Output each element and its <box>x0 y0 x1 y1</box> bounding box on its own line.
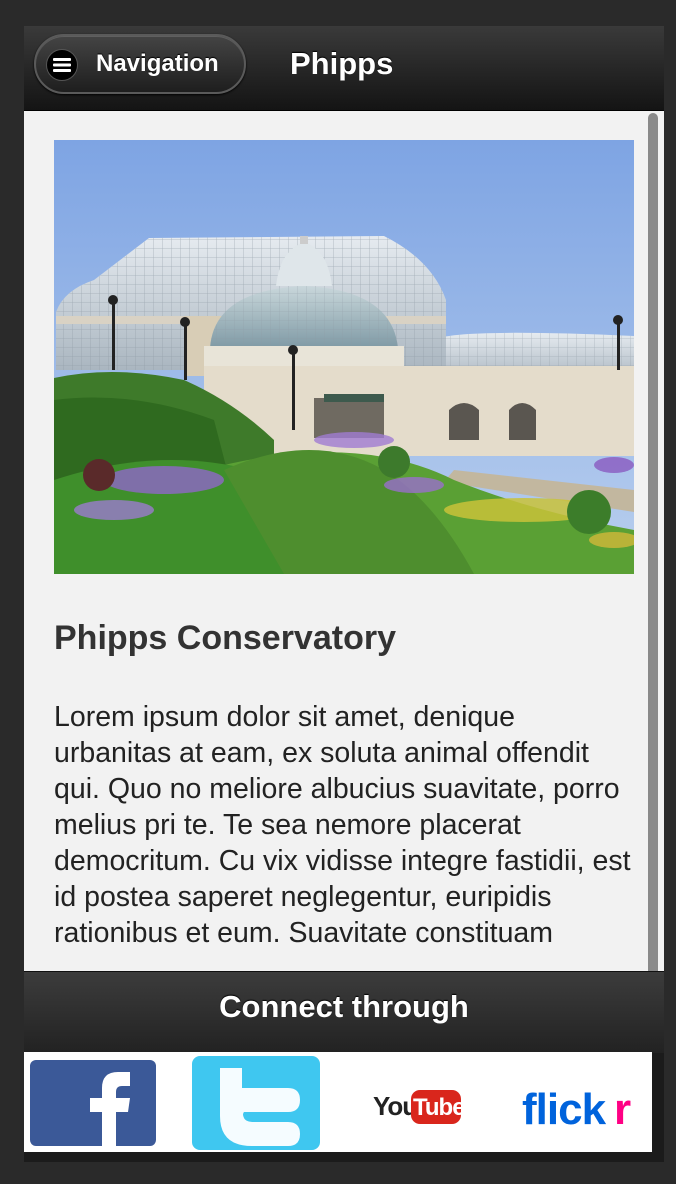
header-bar: Navigation Phipps <box>24 26 664 111</box>
body-text: Lorem ipsum dolor sit amet, denique urba… <box>54 701 631 949</box>
facebook-icon <box>30 1060 156 1146</box>
page-title: Phipps <box>290 46 394 81</box>
flickr-flick: flick <box>522 1085 607 1134</box>
navigation-button[interactable]: Navigation <box>34 34 246 94</box>
flickr-r: r <box>614 1085 631 1134</box>
social-links: You Tube flick r <box>24 1052 652 1152</box>
flickr-icon: flick r <box>522 1085 631 1134</box>
scrollbar[interactable] <box>648 113 658 971</box>
facebook-link[interactable] <box>30 1052 156 1152</box>
conservatory-photo <box>54 140 634 574</box>
youtube-you: You <box>373 1091 417 1121</box>
hamburger-icon <box>46 49 78 81</box>
youtube-tube: Tube <box>413 1094 464 1121</box>
navigation-label: Navigation <box>96 50 219 77</box>
footer-bar: Connect through <box>24 971 664 1053</box>
twitter-link[interactable] <box>192 1052 320 1152</box>
page-heading: Phipps Conservatory <box>54 619 396 657</box>
flickr-link[interactable]: flick r <box>518 1052 640 1152</box>
content-area[interactable]: Phipps Conservatory Lorem ipsum dolor si… <box>24 111 664 971</box>
footer-title: Connect through <box>219 989 469 1024</box>
app-window: Navigation Phipps Phipps Conservatory Lo… <box>24 26 664 1162</box>
youtube-link[interactable]: You Tube <box>369 1052 466 1152</box>
twitter-icon <box>192 1056 320 1150</box>
youtube-icon: You Tube <box>373 1090 466 1124</box>
